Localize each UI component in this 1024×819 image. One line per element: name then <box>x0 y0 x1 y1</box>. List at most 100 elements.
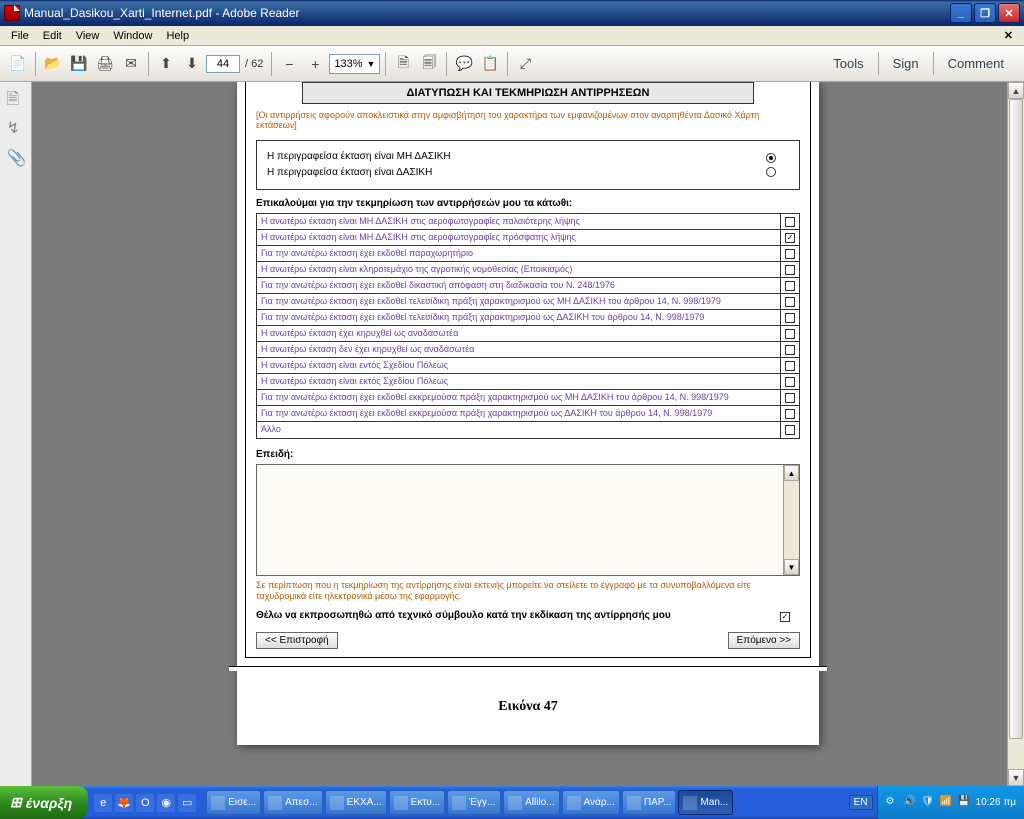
read-mode-icon[interactable]: ⤢ <box>513 52 537 76</box>
page-down-icon[interactable]: ⬇ <box>180 52 204 76</box>
tray-icon[interactable]: 💾 <box>958 796 972 810</box>
checkbox[interactable] <box>785 217 795 227</box>
scroll-thumb[interactable] <box>1009 99 1023 739</box>
radio-non-forest[interactable] <box>766 153 776 163</box>
check-label: Η ανωτέρω έκταση είναι ΜΗ ΔΑΣΙΚΗ στις αε… <box>257 214 781 229</box>
checkbox[interactable] <box>785 265 795 275</box>
checkbox[interactable] <box>785 409 795 419</box>
checkbox[interactable] <box>785 425 795 435</box>
zoom-select[interactable]: 133%▼ <box>329 54 380 74</box>
convert-icon[interactable]: 🗐 <box>417 52 441 76</box>
menu-view[interactable]: View <box>69 30 107 42</box>
sign-panel-button[interactable]: Sign <box>878 52 933 75</box>
start-button[interactable]: ⊞ έναρξη <box>0 786 88 819</box>
scroll-up-icon[interactable]: ▲ <box>1008 82 1024 99</box>
task-label: ΕΚΧΑ... <box>347 797 382 808</box>
language-indicator[interactable]: EN <box>849 795 873 810</box>
section-title: ΔΙΑΤΥΠΩΣΗ ΚΑΙ ΤΕΚΜΗΡΙΩΣΗ ΑΝΤΙΡΡΗΣΕΩΝ <box>302 82 754 104</box>
next-button[interactable]: Επόμενο >> <box>728 632 800 649</box>
windows-logo-icon: ⊞ <box>10 794 22 811</box>
taskbar-item[interactable]: Έγγ... <box>447 790 501 815</box>
doc-scrollbar[interactable]: ▲ ▼ <box>1007 82 1024 786</box>
textarea-scrollbar[interactable]: ▲ ▼ <box>783 465 799 575</box>
attachments-icon[interactable]: 📎 <box>7 148 25 166</box>
taskbar-item[interactable]: ΕΚΧΑ... <box>325 790 387 815</box>
check-row: Για την ανωτέρω έκταση έχει εκδοθεί δικα… <box>257 278 799 294</box>
back-button[interactable]: << Επιστροφή <box>256 632 338 649</box>
task-icon <box>683 796 697 810</box>
nav-panel: 🗎 ↯ 📎 <box>0 82 32 786</box>
checkbox[interactable] <box>785 345 795 355</box>
doc-close-button[interactable]: ✕ <box>997 29 1020 42</box>
checklist-table: Η ανωτέρω έκταση είναι ΜΗ ΔΑΣΙΚΗ στις αε… <box>256 213 800 439</box>
email-icon[interactable]: ✉ <box>119 52 143 76</box>
task-icon <box>627 796 641 810</box>
firefox-icon[interactable]: 🦊 <box>115 794 133 812</box>
checkbox[interactable] <box>785 297 795 307</box>
radio-group: Η περιγραφείσα έκταση είναι ΜΗ ΔΑΣΙΚΗ Η … <box>256 140 800 190</box>
close-button[interactable]: ✕ <box>998 3 1020 23</box>
taskbar-item[interactable]: Εκτυ... <box>389 790 445 815</box>
tools-panel-button[interactable]: Tools <box>819 52 877 75</box>
scroll-down-icon[interactable]: ▼ <box>784 559 799 575</box>
reason-textarea[interactable]: ▲ ▼ <box>256 464 800 576</box>
task-label: ΠΑΡ... <box>644 797 672 808</box>
page-up-icon[interactable]: ⬆ <box>154 52 178 76</box>
open-icon[interactable]: 📂 <box>41 52 65 76</box>
checkbox[interactable] <box>785 313 795 323</box>
checkbox[interactable] <box>785 377 795 387</box>
highlight-icon[interactable]: 💬 <box>452 52 476 76</box>
scroll-down-icon[interactable]: ▼ <box>1008 769 1024 786</box>
comment-panel-button[interactable]: Comment <box>933 52 1018 75</box>
tray-icon[interactable]: 📶 <box>940 796 954 810</box>
minimize-button[interactable]: _ <box>950 3 972 23</box>
maximize-button[interactable]: ❐ <box>974 3 996 23</box>
zoom-in-icon[interactable]: + <box>303 52 327 76</box>
menu-edit[interactable]: Edit <box>36 30 69 42</box>
page-number-input[interactable] <box>206 55 240 73</box>
thumbnails-icon[interactable]: 🗎 <box>7 88 25 106</box>
taskbar-item[interactable]: Ανάρ... <box>562 790 620 815</box>
desktop-icon[interactable]: ▭ <box>178 794 196 812</box>
check-row: Για την ανωτέρω έκταση έχει εκδοθεί τελε… <box>257 310 799 326</box>
check-label: Για την ανωτέρω έκταση έχει εκδοθεί τελε… <box>257 294 781 309</box>
tray-icon[interactable]: 🔊 <box>904 796 918 810</box>
scroll-up-icon[interactable]: ▲ <box>784 465 799 481</box>
check-label: Για την ανωτέρω έκταση έχει εκδοθεί τελε… <box>257 310 781 325</box>
save-icon[interactable]: 💾 <box>67 52 91 76</box>
taskbar-item[interactable]: Allilo... <box>503 790 559 815</box>
clock[interactable]: 10:26 πμ <box>976 797 1016 808</box>
ie-icon[interactable]: e <box>94 794 112 812</box>
taskbar-item[interactable]: Man... <box>678 790 733 815</box>
print-icon[interactable]: 🖨 <box>93 52 117 76</box>
tray-icon[interactable]: ⚙ <box>886 796 900 810</box>
check-label: Για την ανωτέρω έκταση έχει εκδοθεί παρα… <box>257 246 781 261</box>
pdf-page: ΔΙΑΤΥΠΩΣΗ ΚΑΙ ΤΕΚΜΗΡΙΩΣΗ ΑΝΤΙΡΡΗΣΕΩΝ [Οι… <box>237 82 819 745</box>
chrome-icon[interactable]: ◉ <box>157 794 175 812</box>
export-pdf-icon[interactable]: 📄 <box>6 52 30 76</box>
represent-checkbox[interactable]: ✓ <box>780 612 790 622</box>
task-icon <box>268 796 282 810</box>
checkbox[interactable] <box>785 329 795 339</box>
zoom-out-icon[interactable]: − <box>277 52 301 76</box>
radio-label-non-forest: Η περιγραφείσα έκταση είναι ΜΗ ΔΑΣΙΚΗ <box>267 149 753 165</box>
save-copy-icon[interactable]: 🗎 <box>391 52 415 76</box>
menu-help[interactable]: Help <box>159 30 196 42</box>
taskbar-item[interactable]: Απεσ... <box>263 790 323 815</box>
checkbox[interactable] <box>785 361 795 371</box>
checkbox[interactable] <box>785 393 795 403</box>
quick-launch: e 🦊 O ◉ ▭ <box>88 794 202 812</box>
task-label: Allilo... <box>525 797 554 808</box>
checkbox[interactable] <box>785 249 795 259</box>
taskbar-item[interactable]: ΠΑΡ... <box>622 790 677 815</box>
comment-icon[interactable]: 📋 <box>478 52 502 76</box>
menu-window[interactable]: Window <box>106 30 159 42</box>
radio-forest[interactable] <box>766 167 776 177</box>
checkbox[interactable]: ✓ <box>785 233 795 243</box>
tray-icon[interactable]: 🛡 <box>922 796 936 810</box>
outlook-icon[interactable]: O <box>136 794 154 812</box>
taskbar-item[interactable]: Εισε... <box>206 790 261 815</box>
menu-file[interactable]: File <box>4 30 36 42</box>
checkbox[interactable] <box>785 281 795 291</box>
bookmarks-icon[interactable]: ↯ <box>7 118 25 136</box>
